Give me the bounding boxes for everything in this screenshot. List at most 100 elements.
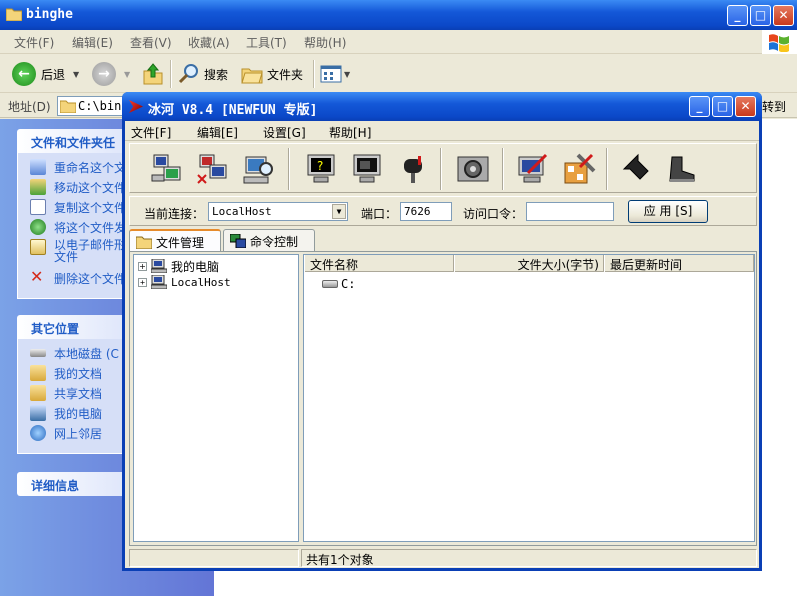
search-label: 搜索 <box>204 67 229 82</box>
rename-icon <box>30 159 46 175</box>
computer-icon <box>151 259 167 273</box>
config-gear-icon[interactable] <box>456 153 490 185</box>
task-label-line2: 文件 <box>54 250 79 264</box>
views-dropdown-icon: ▼ <box>344 69 351 79</box>
tree-label: 我的电脑 <box>171 259 220 274</box>
file-manager-panel: + 我的电脑 + LocalHost 文件名称 文件大小(字节) 最后更新时间 <box>129 251 757 546</box>
back-button[interactable]: ← 后退 ▼ <box>12 60 79 88</box>
tree-item-localhost[interactable]: + LocalHost <box>138 274 231 290</box>
list-item[interactable]: C: <box>322 276 355 292</box>
toolbar-separator <box>440 148 442 190</box>
binghe-maximize-button[interactable]: □ <box>712 96 733 117</box>
maximize-button[interactable]: □ <box>750 5 771 26</box>
status-text: 共有1个对象 <box>301 549 757 567</box>
current-connection-select[interactable]: LocalHost ▼ <box>208 202 348 221</box>
explorer-menubar: 文件(F) 编辑(E) 查看(V) 收藏(A) 工具(T) 帮助(H) <box>0 30 797 54</box>
apply-button[interactable]: 应 用 [S] <box>628 200 708 223</box>
explorer-toolbar: ← 后退 ▼ → ▼ 搜索 文件夹 ▼ <box>0 55 797 93</box>
port-value: 7626 <box>404 205 431 218</box>
binghe-minimize-button[interactable]: _ <box>689 96 710 117</box>
forward-button[interactable]: → ▼ <box>92 60 130 88</box>
tab-file-manager[interactable]: 文件管理器 <box>129 229 221 267</box>
mailbox-icon[interactable] <box>396 153 430 185</box>
task-label: 将这个文件发 <box>54 221 127 235</box>
auto-search-icon[interactable] <box>150 153 184 185</box>
screen-capture-icon[interactable] <box>350 153 384 185</box>
add-host-icon[interactable] <box>196 153 230 185</box>
file-name: C: <box>341 277 356 291</box>
binghe-title-bar[interactable]: 冰河 V8.4 [NEWFUN 专版] _ □ ✕ <box>122 92 762 121</box>
menu-help[interactable]: 帮助(H) <box>304 34 346 51</box>
search-icon <box>178 64 198 84</box>
file-list[interactable]: 文件名称 文件大小(字节) 最后更新时间 C: <box>303 254 755 542</box>
expand-icon[interactable]: + <box>138 261 147 271</box>
column-modified[interactable]: 最后更新时间 <box>604 255 754 272</box>
explorer-title-bar[interactable]: binghe _ □ ✕ <box>0 0 797 30</box>
bh-menu-settings[interactable]: 设置[G] <box>263 124 306 141</box>
tools-icon[interactable] <box>562 153 596 185</box>
menu-tools[interactable]: 工具(T) <box>246 34 287 51</box>
chevron-down-icon[interactable]: ▼ <box>332 204 346 219</box>
menu-view[interactable]: 查看(V) <box>130 34 172 51</box>
drive-icon <box>322 280 338 288</box>
tab-command-console[interactable]: 命令控制台 <box>223 229 315 266</box>
folder-icon <box>136 236 152 249</box>
folders-label: 文件夹 <box>267 67 304 82</box>
delete-x-icon: ✕ <box>30 270 44 286</box>
current-connection-value: LocalHost <box>212 205 272 218</box>
explorer-title: binghe <box>26 7 73 22</box>
host-tree[interactable]: + 我的电脑 + LocalHost <box>133 254 299 542</box>
move-icon <box>30 179 46 195</box>
computer-icon <box>30 405 46 421</box>
password-label: 访问口令： <box>463 207 524 221</box>
close-button[interactable]: ✕ <box>773 5 794 26</box>
toolbar-separator <box>288 148 290 190</box>
tree-item-my-computer[interactable]: + 我的电脑 <box>138 258 219 274</box>
place-label: 本地磁盘 (C <box>54 347 119 361</box>
toolbar-separator <box>606 148 608 190</box>
task-label: 复制这个文件 <box>54 201 127 215</box>
binghe-window: 冰河 V8.4 [NEWFUN 专版] _ □ ✕ 文件[F] 编辑[E] 设置… <box>122 92 762 571</box>
back-arrow-icon: ← <box>12 62 36 86</box>
bh-menu-help[interactable]: 帮助[H] <box>329 124 371 141</box>
place-label: 我的文档 <box>54 367 103 381</box>
monitor-search-icon[interactable] <box>242 153 276 185</box>
search-button[interactable]: 搜索 <box>178 60 228 88</box>
column-file-size[interactable]: 文件大小(字节) <box>454 255 604 272</box>
menu-file[interactable]: 文件(F) <box>14 34 54 51</box>
globe-icon <box>30 219 46 235</box>
status-bar: 共有1个对象 <box>129 549 757 567</box>
folders-button[interactable]: 文件夹 <box>241 60 303 88</box>
menu-favorites[interactable]: 收藏(A) <box>188 34 230 51</box>
views-button[interactable]: ▼ <box>320 60 350 88</box>
expand-icon[interactable]: + <box>138 277 147 287</box>
up-folder-icon <box>143 63 163 85</box>
bh-menu-edit[interactable]: 编辑[E] <box>197 124 238 141</box>
edit-monitor-icon[interactable] <box>516 153 550 185</box>
exit-boot-icon[interactable] <box>666 153 700 185</box>
minimize-button[interactable]: _ <box>727 5 748 26</box>
folders-icon <box>241 68 263 84</box>
email-icon <box>30 239 46 255</box>
go-button[interactable]: 转到 <box>762 98 786 115</box>
binghe-close-button[interactable]: ✕ <box>735 96 756 117</box>
help-monitor-icon[interactable]: ? <box>304 153 338 185</box>
password-input[interactable] <box>526 202 614 221</box>
tree-label: LocalHost <box>171 275 231 289</box>
back-arrow-icon[interactable] <box>620 153 654 185</box>
binghe-title: 冰河 V8.4 [NEWFUN 专版] <box>148 103 318 118</box>
folder-icon <box>6 8 22 21</box>
menu-edit[interactable]: 编辑(E) <box>72 34 113 51</box>
current-connection-label: 当前连接： <box>144 207 205 221</box>
up-button[interactable] <box>143 60 163 88</box>
task-label: 删除这个文件 <box>54 272 127 286</box>
port-input[interactable]: 7626 <box>400 202 452 221</box>
column-file-name[interactable]: 文件名称 <box>304 255 454 272</box>
network-icon <box>30 425 46 441</box>
back-dropdown-icon[interactable]: ▼ <box>73 70 79 79</box>
file-list-header: 文件名称 文件大小(字节) 最后更新时间 <box>304 255 754 272</box>
bh-menu-file[interactable]: 文件[F] <box>131 124 171 141</box>
place-label: 网上邻居 <box>54 427 103 441</box>
forward-dropdown-icon[interactable]: ▼ <box>124 70 130 79</box>
place-label: 共享文档 <box>54 387 103 401</box>
